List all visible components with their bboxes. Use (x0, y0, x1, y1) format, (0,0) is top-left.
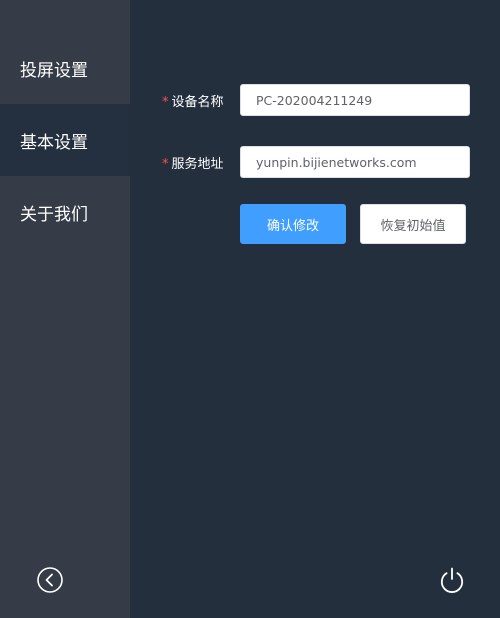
required-mark: * (162, 156, 169, 172)
service-address-label-text: 服务地址 (171, 156, 224, 172)
reset-button[interactable]: 恢复初始值 (360, 204, 466, 244)
sidebar-item-basic-settings[interactable]: 基本设置 (0, 104, 130, 176)
chevron-left-circle-icon (37, 567, 63, 593)
back-button[interactable] (37, 567, 63, 593)
device-name-label: * 设备名称 (162, 91, 240, 110)
sidebar-item-about-us[interactable]: 关于我们 (0, 176, 130, 248)
sidebar-item-label: 关于我们 (20, 204, 88, 225)
service-address-row: * 服务地址 (162, 146, 470, 178)
main-panel: *设备名称 *服务地址 确认修改 恢复初始值 (130, 0, 500, 618)
service-address-label: * 服务地址 (162, 153, 240, 172)
device-name-input[interactable] (240, 84, 470, 116)
sidebar-nav: 投屏设置 基本设置 关于我们 (0, 32, 130, 248)
sidebar-item-cast-settings[interactable]: 投屏设置 (0, 32, 130, 104)
sidebar-item-label: 基本设置 (20, 132, 88, 153)
device-name-row: * 设备名称 (162, 84, 470, 116)
device-name-label-text: 设备名称 (171, 94, 224, 110)
power-button[interactable] (438, 566, 466, 594)
required-mark: * (162, 94, 169, 110)
app-window: 投屏设置 基本设置 关于我们 *设备名称 *服务地址 (0, 0, 500, 618)
sidebar-item-label: 投屏设置 (20, 60, 88, 81)
service-address-input[interactable] (240, 146, 470, 178)
sidebar: 投屏设置 基本设置 关于我们 (0, 0, 130, 618)
power-icon (440, 567, 464, 593)
confirm-button[interactable]: 确认修改 (240, 204, 346, 244)
